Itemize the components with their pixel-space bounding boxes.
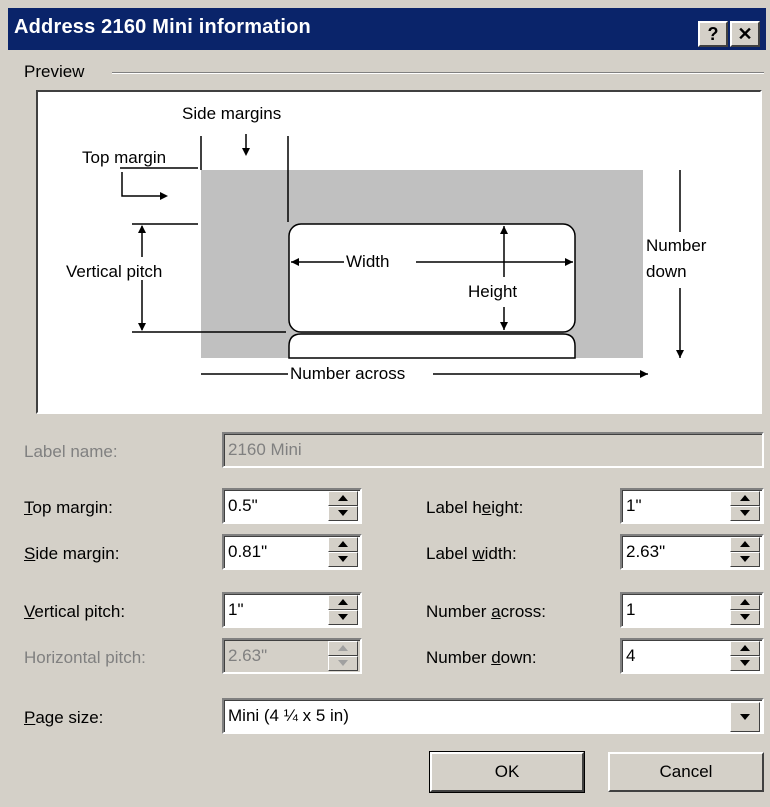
spin-down-button[interactable] xyxy=(328,552,358,567)
label-height-value[interactable]: 1" xyxy=(626,496,642,516)
label-1 xyxy=(288,223,576,333)
close-icon: ✕ xyxy=(737,24,753,44)
width-caption: Width xyxy=(346,252,390,271)
label-name-field: 2160 Mini xyxy=(222,432,764,468)
spin-up-button[interactable] xyxy=(730,595,760,610)
number-across-caption: Number across xyxy=(290,364,406,383)
horizontal-pitch-value: 2.63" xyxy=(228,646,268,665)
ok-button[interactable]: OK xyxy=(429,751,585,793)
spin-down-button[interactable] xyxy=(328,506,358,521)
spin-down-button xyxy=(328,656,358,671)
title-bar[interactable]: Address 2160 Mini information ? ✕ xyxy=(8,8,766,50)
spin-down-button[interactable] xyxy=(730,656,760,671)
spin-up-button[interactable] xyxy=(328,491,358,506)
spin-down-button[interactable] xyxy=(730,610,760,625)
help-icon: ? xyxy=(707,24,719,44)
window-title: Address 2160 Mini information xyxy=(14,16,311,38)
side-margin-value[interactable]: 0.81" xyxy=(228,542,267,562)
close-button[interactable]: ✕ xyxy=(730,21,760,47)
spin-down-button[interactable] xyxy=(730,506,760,521)
number-across-spinner[interactable] xyxy=(730,595,760,625)
side-margins-caption: Side margins xyxy=(182,104,282,123)
label-width-label: Label width: xyxy=(426,544,517,563)
vertical-pitch-value[interactable]: 1" xyxy=(228,600,244,620)
top-margin-caption: Top margin xyxy=(82,148,167,167)
page-size-value: Mini (4 ¼ x 5 in) xyxy=(228,706,349,725)
spin-down-button[interactable] xyxy=(328,610,358,625)
label-height-spinner[interactable] xyxy=(730,491,760,521)
preview-group-label: Preview xyxy=(24,62,91,82)
vertical-pitch-label: Vertical pitch: xyxy=(24,602,126,621)
top-margin-label: Top margin: xyxy=(24,498,113,517)
side-margin-spinner[interactable] xyxy=(328,537,358,567)
label-width-spinner[interactable] xyxy=(730,537,760,567)
side-margin-label: Side margin: xyxy=(24,544,120,563)
spin-up-button[interactable] xyxy=(730,537,760,552)
number-across-label: Number across: xyxy=(426,602,546,621)
spin-up-button[interactable] xyxy=(730,491,760,506)
vertical-pitch-caption: Vertical pitch xyxy=(66,262,163,281)
label-name-value: 2160 Mini xyxy=(228,440,302,459)
horizontal-pitch-spinner xyxy=(328,641,358,671)
number-down-caption-1: Number xyxy=(646,236,707,255)
number-down-value[interactable]: 4 xyxy=(626,646,635,666)
vertical-pitch-spinner[interactable] xyxy=(328,595,358,625)
label-width-value[interactable]: 2.63" xyxy=(626,542,665,562)
number-down-spinner[interactable] xyxy=(730,641,760,671)
preview-group-divider xyxy=(112,72,764,74)
dialog-window: Address 2160 Mini information ? ✕ Previe… xyxy=(0,0,770,807)
number-down-input[interactable]: 4 xyxy=(620,638,764,674)
cancel-button[interactable]: Cancel xyxy=(608,752,764,792)
label-height-input[interactable]: 1" xyxy=(620,488,764,524)
horizontal-pitch-label: Horizontal pitch: xyxy=(24,648,146,667)
height-caption: Height xyxy=(468,282,518,301)
spin-up-button[interactable] xyxy=(328,537,358,552)
spin-up-button[interactable] xyxy=(328,595,358,610)
top-margin-spinner[interactable] xyxy=(328,491,358,521)
label-preview: Side margins Top margin Vertical pitch W… xyxy=(36,90,762,414)
help-button[interactable]: ? xyxy=(698,21,728,47)
side-margin-input[interactable]: 0.81" xyxy=(222,534,362,570)
top-margin-arrow xyxy=(121,172,160,197)
page-size-label: Page size: xyxy=(24,708,104,727)
number-across-value[interactable]: 1 xyxy=(626,600,635,620)
label-name-label: Label name: xyxy=(24,442,118,461)
spin-up-button xyxy=(328,641,358,656)
label-width-input[interactable]: 2.63" xyxy=(620,534,764,570)
chevron-down-icon xyxy=(740,714,750,720)
horizontal-pitch-input: 2.63" xyxy=(222,638,362,674)
spin-up-button[interactable] xyxy=(730,641,760,656)
spin-down-button[interactable] xyxy=(730,552,760,567)
top-margin-input[interactable]: 0.5" xyxy=(222,488,362,524)
top-margin-value[interactable]: 0.5" xyxy=(228,496,258,516)
dropdown-button[interactable] xyxy=(730,702,760,732)
page-size-select[interactable]: Mini (4 ¼ x 5 in) xyxy=(222,698,764,734)
vertical-pitch-input[interactable]: 1" xyxy=(222,592,362,628)
label-2 xyxy=(288,333,576,359)
number-down-caption-2: down xyxy=(646,262,687,281)
number-down-label: Number down: xyxy=(426,648,537,667)
label-height-label: Label height: xyxy=(426,498,524,517)
number-across-input[interactable]: 1 xyxy=(620,592,764,628)
